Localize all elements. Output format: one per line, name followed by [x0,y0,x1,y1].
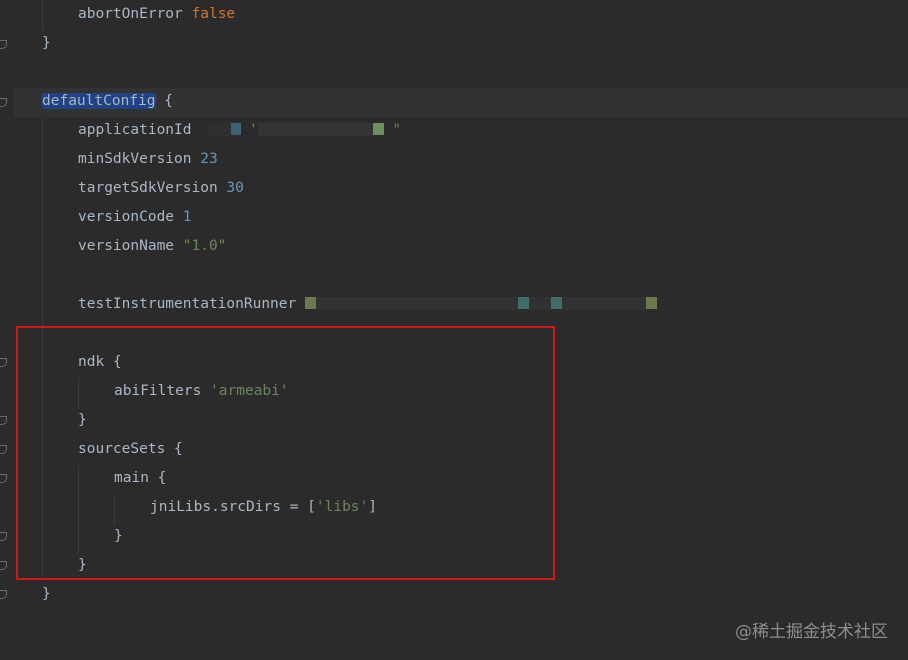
code-line: } [42,580,51,609]
code-line: } [42,29,51,58]
redacted-application-id: ' " [208,122,401,138]
code-line: targetSdkVersion 30 [78,174,244,203]
watermark: @稀土掘金技术社区 [735,622,888,642]
number-value: 23 [200,151,218,167]
fold-marker-icon[interactable] [0,416,7,425]
fold-marker-icon[interactable] [0,40,7,49]
property-name: versionName [78,238,175,254]
selected-block-name: defaultConfig [42,93,156,109]
fold-marker-icon[interactable] [0,445,7,454]
property-name: versionCode [78,209,175,225]
fold-marker-icon[interactable] [0,358,7,367]
code-line: testInstrumentationRunner [78,290,657,319]
property-name: testInstrumentationRunner [78,296,297,312]
fold-marker-icon[interactable] [0,532,7,541]
property-name: abortOnError [78,6,183,22]
fold-marker-icon[interactable] [0,561,7,570]
number-value: 30 [226,180,244,196]
highlight-annotation-box [16,326,555,580]
code-line: versionCode 1 [78,203,192,232]
keyword-value: false [191,6,236,22]
code-line: applicationId ' " [78,116,401,145]
code-line: abortOnError false [78,0,235,29]
indent-guide [42,0,43,30]
code-line: versionName "1.0" [78,232,226,261]
property-name: targetSdkVersion [78,180,218,196]
closing-brace: } [42,586,51,602]
fold-marker-icon[interactable] [0,98,7,107]
redacted-runner-value [304,296,657,312]
fold-marker-icon[interactable] [0,474,7,483]
editor-gutter [0,0,14,660]
property-name: minSdkVersion [78,151,192,167]
property-name: applicationId [78,122,192,138]
closing-brace: } [42,35,51,51]
opening-brace: { [164,93,173,109]
string-value: "1.0" [182,238,227,254]
code-line: defaultConfig { [42,87,173,116]
number-value: 1 [182,209,192,225]
fold-marker-icon[interactable] [0,590,7,599]
code-line: minSdkVersion 23 [78,145,218,174]
